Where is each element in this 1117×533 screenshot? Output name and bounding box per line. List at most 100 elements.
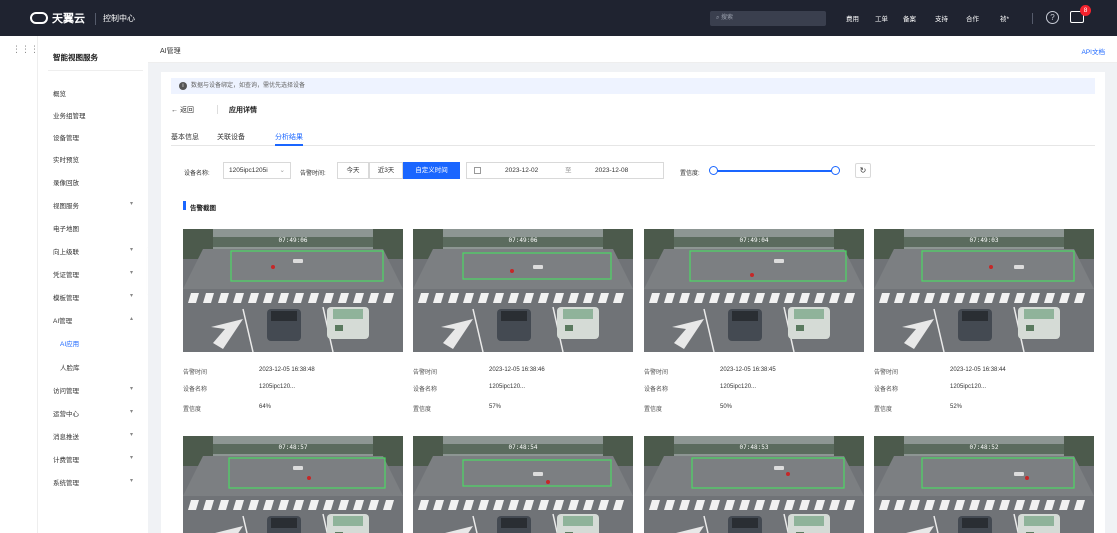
sidebar-item[interactable]: 凭证管理 ▾ (53, 269, 143, 281)
confidence-slider-max-handle[interactable] (831, 166, 840, 175)
sidebar-item[interactable]: 录像回放 (53, 177, 143, 189)
confidence-slider-min-handle[interactable] (709, 166, 718, 175)
alarm-card[interactable]: 07:49:03 告警时间 2023-12-05 16:38:44 设备名称 1205i… (874, 229, 1094, 429)
alarm-screenshot[interactable]: 07:49:06 (413, 229, 633, 352)
time-option-custom[interactable]: 自定义时间 (403, 162, 460, 179)
chevron-down-icon: ▾ (129, 386, 133, 392)
alarm-screenshot[interactable]: 07:49:03 (874, 229, 1094, 352)
confidence-slider-track[interactable] (713, 170, 835, 172)
meta-label: 置信度 (874, 407, 893, 413)
sidebar-item[interactable]: 向上级联 ▾ (53, 246, 143, 258)
console-link[interactable]: 控制中心 (103, 13, 135, 24)
sidebar-item-label: 实时预览 (53, 157, 79, 164)
alarm-screenshot[interactable]: 07:48:54 (413, 436, 633, 533)
brand-logo[interactable]: 天翼云 (30, 10, 85, 26)
sidebar-item[interactable]: 设备管理 (53, 132, 143, 144)
chevron-down-icon: ▾ (129, 409, 133, 415)
sidebar-item-label: 向上级联 (53, 249, 79, 256)
sidebar-item[interactable]: 系统管理 ▾ (53, 477, 143, 489)
api-doc-link[interactable]: API文档 (1082, 46, 1105, 56)
date-end: 2023-12-08 (595, 167, 629, 174)
overlay-timestamp: 07:49:04 (739, 237, 769, 244)
date-start: 2023-12-02 (505, 167, 539, 174)
sidebar-item[interactable]: 视图服务 ▾ (53, 200, 143, 212)
overlay-timestamp: 07:48:57 (278, 444, 308, 451)
alarm-screenshot[interactable]: 07:49:04 (644, 229, 864, 352)
sidebar-item[interactable]: 访问管理 ▾ (53, 385, 143, 397)
top-bar: 天翼云 控制中心 ⌕ 搜索 费用 工单 备案 支持 合作 祯* ? 8 (0, 0, 1117, 36)
alarm-card[interactable]: 07:48:54 (413, 436, 633, 533)
meta-value: 1205ipc120... (489, 384, 526, 390)
alarm-screenshot[interactable]: 07:48:57 (183, 436, 403, 533)
meta-value: 1205ipc120... (720, 384, 757, 390)
search-placeholder: 搜索 (721, 15, 734, 21)
tab-analysis-results[interactable]: 分析结果 (275, 132, 303, 146)
global-search-input[interactable]: ⌕ 搜索 (710, 11, 826, 26)
chevron-up-icon: ▴ (129, 316, 133, 322)
sidebar-item-label: 系统管理 (53, 480, 79, 487)
time-option-3days[interactable]: 近3天 (369, 162, 403, 179)
alarm-screenshot[interactable]: 07:48:53 (644, 436, 864, 533)
sidebar-item[interactable]: 消息推送 ▾ (53, 431, 143, 443)
nav-support[interactable]: 支持 (935, 13, 948, 23)
grid-menu-icon[interactable]: ⋮⋮⋮ (12, 44, 39, 55)
sidebar-item-label: 人脸库 (60, 365, 80, 372)
tab-basic-info[interactable]: 基本信息 (171, 132, 199, 146)
section-marker (183, 201, 186, 210)
overlay-timestamp: 07:49:03 (969, 237, 999, 244)
meta-label: 告警时间 (874, 370, 899, 376)
sidebar-item[interactable]: 实时预览 (53, 154, 143, 166)
sidebar-item[interactable]: 业务组管理 (53, 110, 143, 122)
sidebar-item-label: 概览 (53, 91, 66, 98)
sidebar-item-label: 视图服务 (53, 203, 79, 210)
sidebar-item[interactable]: 模板管理 ▾ (53, 292, 143, 304)
date-range-picker[interactable]: 2023-12-02 至 2023-12-08 (466, 162, 664, 179)
nav-partner[interactable]: 合作 (966, 13, 979, 23)
alarm-screenshot[interactable]: 07:48:52 (874, 436, 1094, 533)
section-title: 告警截图 (190, 205, 216, 212)
chevron-down-icon: ⌄ (279, 167, 285, 174)
sidebar-item[interactable]: 人脸库 (60, 362, 150, 374)
sidebar-item[interactable]: 电子地图 (53, 223, 143, 235)
back-button[interactable]: ← 返回 (171, 105, 194, 115)
meta-value: 1205ipc120... (259, 384, 296, 390)
alarm-card[interactable]: 07:48:57 (183, 436, 403, 533)
sidebar-item[interactable]: 概览 (53, 88, 143, 100)
nav-tickets[interactable]: 工单 (875, 13, 888, 23)
overlay-timestamp: 07:48:52 (969, 444, 999, 451)
notification-badge: 8 (1080, 5, 1091, 16)
sidebar-item[interactable]: 计费管理 ▾ (53, 454, 143, 466)
time-option-today[interactable]: 今天 (337, 162, 369, 179)
chevron-down-icon: ▾ (129, 455, 133, 461)
meta-value: 1205ipc120... (950, 384, 987, 390)
meta-label: 设备名称 (874, 387, 899, 393)
confidence-label: 置信度: (680, 171, 700, 177)
divider (48, 70, 143, 71)
breadcrumb-bar: AI管理 API文档 (148, 36, 1117, 63)
refresh-button[interactable]: ↻ (855, 163, 871, 178)
chevron-down-icon: ▾ (129, 293, 133, 299)
nav-filing[interactable]: 备案 (903, 13, 916, 23)
refresh-icon: ↻ (859, 166, 867, 175)
meta-label: 告警时间 (413, 370, 438, 376)
alarm-card[interactable]: 07:49:06 告警时间 2023-12-05 16:38:48 设备名称 1205i… (183, 229, 403, 429)
alarm-card[interactable]: 07:49:06 告警时间 2023-12-05 16:38:46 设备名称 1205i… (413, 229, 633, 429)
brand-name: 天翼云 (52, 13, 85, 25)
sidebar-item[interactable]: 运营中心 ▾ (53, 408, 143, 420)
alarm-card[interactable]: 07:48:52 (874, 436, 1094, 533)
nav-user[interactable]: 祯* (1000, 13, 1009, 23)
sidebar-item-label: 电子地图 (53, 226, 79, 233)
chevron-down-icon: ▾ (129, 478, 133, 484)
alarm-card[interactable]: 07:48:53 (644, 436, 864, 533)
divider (1032, 13, 1033, 24)
alarm-screenshot[interactable]: 07:49:06 (183, 229, 403, 352)
help-icon[interactable]: ? (1046, 11, 1059, 24)
alarm-card[interactable]: 07:49:04 告警时间 2023-12-05 16:38:45 设备名称 1205i… (644, 229, 864, 429)
sidebar-title: 智能视图服务 (53, 53, 98, 62)
sidebar-item[interactable]: AI管理 ▴ (53, 315, 143, 327)
sidebar-item[interactable]: AI应用 (60, 338, 150, 350)
nav-billing[interactable]: 费用 (846, 13, 859, 23)
device-select[interactable]: 1205ipc1205i ⌄ (223, 162, 291, 179)
tab-linked-devices[interactable]: 关联设备 (217, 132, 245, 146)
meta-label: 设备名称 (413, 387, 438, 393)
